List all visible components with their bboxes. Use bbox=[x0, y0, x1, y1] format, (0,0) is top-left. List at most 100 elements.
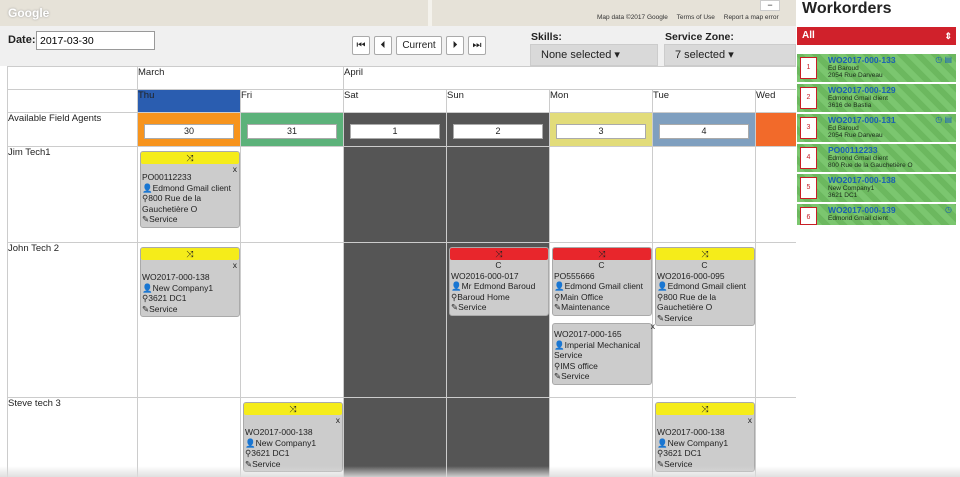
shuffle-icon[interactable]: ⤨ bbox=[141, 152, 239, 164]
shuffle-icon[interactable]: ⤨ bbox=[656, 248, 754, 260]
card-address: Main Office bbox=[560, 291, 604, 302]
close-icon[interactable]: x bbox=[233, 260, 237, 271]
next-button[interactable]: ⏵ bbox=[446, 36, 464, 55]
workorder-list-item[interactable]: 3 WO2017-000-131 Ed Baroud 2054 Rue Darv… bbox=[797, 114, 956, 143]
workorder-id: WO2017-000-133 bbox=[828, 55, 896, 65]
person-icon: 👤 bbox=[142, 182, 153, 193]
person-icon: 👤 bbox=[554, 281, 565, 291]
shuffle-icon[interactable]: ⤨ bbox=[450, 248, 548, 260]
slot-cell[interactable]: ⤨ C PO555666 👤Edmond Gmail client ⚲Main … bbox=[549, 242, 655, 398]
avail-cell-2: 2 bbox=[446, 112, 550, 147]
zone-select[interactable]: 7 selected ▾ bbox=[664, 44, 796, 66]
workorder-id: WO2017-000-129 bbox=[828, 85, 896, 95]
workorder-client: Ed Baroud bbox=[828, 125, 859, 132]
day-header-sat: Sat bbox=[343, 89, 447, 113]
workorder-client: New Company1 bbox=[828, 185, 875, 192]
first-button[interactable]: ⏮ bbox=[352, 36, 370, 55]
workorder-client: Edmond Gmail client bbox=[828, 155, 888, 162]
workorder-card[interactable]: ⤨ x WO2017-000-138 👤New Company1 ⚲3621 D… bbox=[140, 247, 240, 317]
current-button[interactable]: Current bbox=[396, 36, 442, 55]
card-type: Service bbox=[149, 214, 178, 224]
terms-link[interactable]: Terms of Use bbox=[677, 14, 715, 21]
workorder-list-item[interactable]: 2 WO2017-000-129 Edmond Gmail client 361… bbox=[797, 84, 956, 113]
shuffle-icon[interactable]: ⤨ bbox=[656, 403, 754, 415]
slot-cell[interactable]: ⤨ C WO2016-000-095 👤Edmond Gmail client … bbox=[652, 242, 756, 398]
workorder-list-item[interactable]: 1 WO2017-000-133 Ed Baroud 2054 Rue Darv… bbox=[797, 54, 956, 83]
workorder-address: 3621 DC1 bbox=[828, 192, 858, 199]
workorder-card[interactable]: ⤨ x PO00112233 👤Edmond Gmail client ⚲800… bbox=[140, 151, 240, 228]
workorder-filter-select[interactable]: All ⇕ bbox=[797, 27, 956, 45]
date-box-3[interactable]: 3 bbox=[556, 124, 646, 139]
workorder-list-item[interactable]: 6 WO2017-000-139 Edmond Gmail client ◷ bbox=[797, 204, 956, 226]
close-icon[interactable]: x bbox=[233, 164, 237, 175]
slot-cell[interactable]: ⤨ x PO00112233 👤Edmond Gmail client ⚲800… bbox=[137, 146, 241, 243]
slot-cell[interactable] bbox=[240, 146, 344, 243]
workorder-address: 3616 de Bastia bbox=[828, 102, 872, 109]
slot-cell[interactable] bbox=[754, 242, 796, 398]
card-type: Service bbox=[458, 302, 487, 312]
skills-select[interactable]: None selected ▾ bbox=[530, 44, 658, 66]
slot-cell[interactable] bbox=[549, 146, 653, 243]
workorder-card[interactable]: ⤨ C WO2016-000-095 👤Edmond Gmail client … bbox=[655, 247, 755, 326]
workorder-card[interactable]: ⤨ C WO2016-000-017 👤Mr Edmond Baroud ⚲Ba… bbox=[449, 247, 549, 316]
shuffle-icon[interactable]: ⤨ bbox=[553, 248, 651, 260]
workorder-list-item[interactable]: 4 PO00112233 Edmond Gmail client 800 Rue… bbox=[797, 144, 956, 173]
card-client: Mr Edmond Baroud bbox=[461, 281, 536, 291]
slot-cell[interactable] bbox=[652, 146, 756, 243]
date-box-4[interactable]: 4 bbox=[659, 124, 749, 139]
slot-cell[interactable] bbox=[240, 242, 344, 398]
slot-cell[interactable]: ⤨ x WO2017-000-138 👤New Company1 ⚲3621 D… bbox=[137, 242, 241, 398]
workorder-client: Edmond Gmail client bbox=[828, 95, 888, 102]
workorder-card[interactable]: ⤨ C PO555666 👤Edmond Gmail client ⚲Main … bbox=[552, 247, 652, 316]
card-type: Service bbox=[664, 312, 693, 323]
close-icon[interactable]: x bbox=[748, 415, 752, 426]
map-road bbox=[428, 0, 432, 26]
card-type: Maintenance bbox=[561, 302, 610, 312]
day-header-mon: Mon bbox=[549, 89, 653, 113]
map-view[interactable]: Google Map data ©2017 Google Terms of Us… bbox=[0, 0, 796, 26]
agent-name: Jim Tech1 bbox=[7, 146, 138, 243]
workorder-card[interactable]: x WO2017-000-165 👤Imperial Mechanical Se… bbox=[552, 321, 655, 385]
slot-cell bbox=[343, 242, 447, 398]
map-attribution: Map data ©2017 Google Terms of Use Repor… bbox=[597, 14, 786, 21]
card-client: Edmond Gmail client bbox=[152, 182, 232, 193]
person-icon: 👤 bbox=[657, 281, 668, 291]
workorder-card[interactable]: ⤨ x WO2017-000-138 👤New Company1 ⚲3621 D… bbox=[655, 402, 755, 472]
date-box-30[interactable]: 30 bbox=[144, 124, 234, 139]
card-client: New Company1 bbox=[152, 282, 214, 293]
person-icon: 👤 bbox=[657, 437, 668, 448]
map-data-text: Map data ©2017 Google bbox=[597, 14, 668, 21]
controls-bar: Date: ⏮ ⏴ Current ⏵ ⏭ Skills: None selec… bbox=[0, 26, 796, 66]
workorder-id: WO2017-000-131 bbox=[828, 115, 896, 125]
prev-button[interactable]: ⏴ bbox=[374, 36, 392, 55]
document-icon: 3 bbox=[800, 117, 817, 139]
avail-cell-3: 3 bbox=[549, 112, 653, 147]
document-icon: 6 bbox=[800, 207, 817, 225]
refresh-icon[interactable]: C bbox=[451, 260, 546, 271]
zoom-out-button[interactable]: − bbox=[760, 0, 780, 11]
avail-cell-31: 31 bbox=[240, 112, 344, 147]
workorder-id: PO00112233 bbox=[828, 145, 878, 155]
workorder-card[interactable]: ⤨ x WO2017-000-138 👤New Company1 ⚲3621 D… bbox=[243, 402, 343, 472]
skills-label: Skills: bbox=[531, 31, 562, 43]
card-address: Baroud Home bbox=[457, 291, 510, 302]
card-id: WO2016-000-095 bbox=[657, 270, 725, 281]
close-icon[interactable]: x bbox=[336, 415, 340, 426]
last-button[interactable]: ⏭ bbox=[468, 36, 486, 55]
date-box-31[interactable]: 31 bbox=[247, 124, 337, 139]
date-box-2[interactable]: 2 bbox=[453, 124, 543, 139]
workorder-list-item[interactable]: 5 WO2017-000-138 New Company1 3621 DC1 bbox=[797, 174, 956, 203]
chevron-updown-icon: ⇕ bbox=[944, 31, 952, 41]
report-error-link[interactable]: Report a map error bbox=[724, 14, 779, 21]
date-input[interactable] bbox=[36, 31, 155, 50]
date-box-1[interactable]: 1 bbox=[350, 124, 440, 139]
card-address: 3621 DC1 bbox=[148, 293, 187, 303]
refresh-icon[interactable]: C bbox=[657, 260, 752, 271]
month-april: April bbox=[342, 66, 796, 90]
shuffle-icon[interactable]: ⤨ bbox=[141, 248, 239, 260]
slot-cell[interactable] bbox=[754, 146, 796, 243]
refresh-icon[interactable]: C bbox=[554, 260, 649, 271]
card-type: Service bbox=[561, 371, 590, 381]
shuffle-icon[interactable]: ⤨ bbox=[244, 403, 342, 415]
card-id: WO2017-000-165 bbox=[554, 329, 622, 339]
